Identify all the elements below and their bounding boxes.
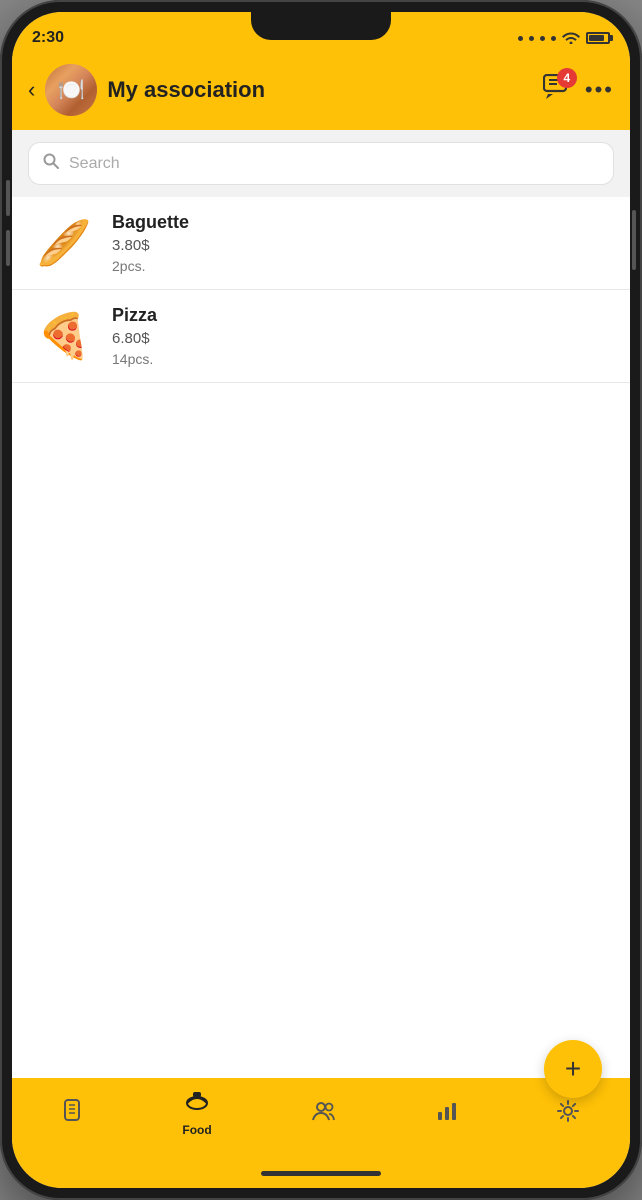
header-right: 4 ••• — [543, 74, 614, 107]
header: ‹ My association 4 — [12, 56, 630, 130]
avatar — [45, 64, 97, 116]
phone-screen: 2:30 ‹ — [12, 12, 630, 1188]
signal-dot-1 — [518, 36, 523, 41]
pizza-info: Pizza 6.80$ 14pcs. — [112, 305, 157, 367]
pizza-quantity: 14pcs. — [112, 351, 157, 367]
wifi-icon — [562, 30, 580, 47]
search-placeholder: Search — [69, 155, 120, 173]
nav-item-people[interactable] — [311, 1100, 337, 1129]
notification-wrapper[interactable]: 4 — [543, 74, 571, 107]
food-nav-label: Food — [182, 1123, 211, 1137]
status-icons — [518, 30, 610, 47]
avatar-image — [45, 64, 97, 116]
content: Search 🥖 Baguette 3.80$ 2pcs. 🍕 Pizza — [12, 130, 630, 1078]
search-container: Search — [12, 130, 630, 197]
list-item[interactable]: 🥖 Baguette 3.80$ 2pcs. — [12, 197, 630, 290]
nav-item-food[interactable]: Food — [182, 1091, 211, 1137]
pizza-name: Pizza — [112, 305, 157, 326]
stats-icon — [436, 1100, 458, 1129]
home-indicator — [12, 1158, 630, 1188]
list-item[interactable]: 🍕 Pizza 6.80$ 14pcs. — [12, 290, 630, 383]
baguette-quantity: 2pcs. — [112, 258, 189, 274]
baguette-info: Baguette 3.80$ 2pcs. — [112, 212, 189, 274]
signal-dot-4 — [551, 36, 556, 41]
people-icon — [311, 1100, 337, 1129]
more-icon[interactable]: ••• — [585, 77, 614, 103]
nav-item-stats[interactable] — [436, 1100, 458, 1129]
search-icon — [43, 153, 59, 174]
pizza-price: 6.80$ — [112, 330, 157, 347]
nav-item-drink[interactable] — [61, 1098, 83, 1131]
notch — [251, 12, 391, 40]
food-icon — [184, 1091, 210, 1120]
drink-icon — [61, 1098, 83, 1131]
notification-badge: 4 — [557, 68, 577, 88]
signal-dot-3 — [540, 36, 545, 41]
settings-icon — [556, 1099, 580, 1130]
pizza-emoji: 🍕 — [32, 304, 96, 368]
header-left: ‹ My association — [28, 64, 265, 116]
nav-item-settings[interactable] — [556, 1099, 580, 1130]
battery-icon — [586, 32, 610, 44]
home-bar — [261, 1171, 381, 1176]
baguette-emoji: 🥖 — [32, 211, 96, 275]
bottom-nav: Food — [12, 1078, 630, 1158]
back-button[interactable]: ‹ — [28, 77, 35, 103]
baguette-price: 3.80$ — [112, 237, 189, 254]
status-time: 2:30 — [32, 29, 64, 47]
search-bar[interactable]: Search — [28, 142, 614, 185]
signal-dot-2 — [529, 36, 534, 41]
header-title: My association — [107, 77, 265, 103]
food-list: 🥖 Baguette 3.80$ 2pcs. 🍕 Pizza 6.80$ 14p… — [12, 197, 630, 1078]
baguette-name: Baguette — [112, 212, 189, 233]
phone-frame: 2:30 ‹ — [0, 0, 642, 1200]
